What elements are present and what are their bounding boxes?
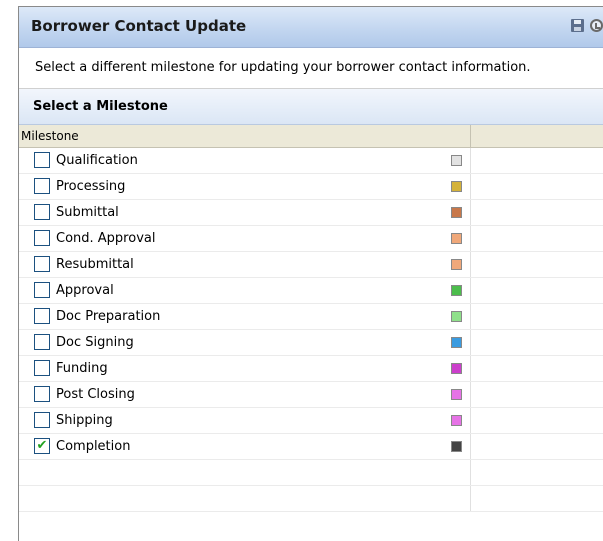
milestone-checkbox[interactable]: ✔ xyxy=(34,438,50,454)
milestone-row[interactable]: Processing xyxy=(19,174,603,200)
milestone-cell: Post Closing xyxy=(19,382,471,407)
milestone-label: Shipping xyxy=(56,413,113,428)
milestone-checkbox[interactable] xyxy=(34,412,50,428)
milestone-label: Resubmittal xyxy=(56,257,134,272)
empty-row xyxy=(19,486,603,512)
milestone-color-swatch xyxy=(451,285,462,296)
empty-cell xyxy=(471,200,603,225)
milestone-label: Qualification xyxy=(56,153,138,168)
milestone-color-swatch xyxy=(451,207,462,218)
milestone-cell: Approval xyxy=(19,278,471,303)
milestone-checkbox[interactable] xyxy=(34,256,50,272)
title-bar: Borrower Contact Update xyxy=(19,7,603,48)
milestone-checkbox[interactable] xyxy=(34,204,50,220)
empty-row xyxy=(19,460,603,486)
milestone-cell: ✔ Completion xyxy=(19,434,471,459)
milestone-label: Doc Preparation xyxy=(56,309,161,324)
milestone-checkbox[interactable] xyxy=(34,386,50,402)
empty-cell xyxy=(471,148,603,173)
empty-cell xyxy=(471,460,603,485)
milestone-label: Post Closing xyxy=(56,387,135,402)
milestone-cell: Shipping xyxy=(19,408,471,433)
milestone-checkbox[interactable] xyxy=(34,308,50,324)
empty-cell xyxy=(19,460,471,485)
refresh-icon[interactable] xyxy=(590,19,603,32)
milestone-label: Doc Signing xyxy=(56,335,134,350)
dialog-title: Borrower Contact Update xyxy=(31,17,247,35)
milestone-color-swatch xyxy=(451,259,462,270)
empty-cell xyxy=(471,356,603,381)
instruction-text: Select a different milestone for updatin… xyxy=(19,48,603,89)
milestone-checkbox[interactable] xyxy=(34,230,50,246)
empty-cell xyxy=(471,174,603,199)
milestone-cell: Resubmittal xyxy=(19,252,471,277)
empty-cell xyxy=(471,226,603,251)
milestone-color-swatch xyxy=(451,363,462,374)
empty-cell xyxy=(471,408,603,433)
milestone-label: Submittal xyxy=(56,205,119,220)
milestone-list: Qualification Processing Submittal Cond. Ap… xyxy=(19,148,603,512)
milestone-color-swatch xyxy=(451,389,462,400)
milestone-row[interactable]: Funding xyxy=(19,356,603,382)
milestone-row[interactable]: Resubmittal xyxy=(19,252,603,278)
milestone-row[interactable]: ✔ Completion xyxy=(19,434,603,460)
milestone-row[interactable]: Cond. Approval xyxy=(19,226,603,252)
milestone-label: Processing xyxy=(56,179,126,194)
milestone-cell: Doc Signing xyxy=(19,330,471,355)
milestone-cell: Cond. Approval xyxy=(19,226,471,251)
milestone-color-swatch xyxy=(451,337,462,348)
empty-cell xyxy=(471,252,603,277)
milestone-label: Completion xyxy=(56,439,131,454)
milestone-cell: Processing xyxy=(19,174,471,199)
milestone-color-swatch xyxy=(451,311,462,322)
milestone-row[interactable]: Shipping xyxy=(19,408,603,434)
milestone-label: Funding xyxy=(56,361,108,376)
milestone-row[interactable]: Doc Preparation xyxy=(19,304,603,330)
milestone-cell: Qualification xyxy=(19,148,471,173)
table-header: Milestone xyxy=(19,125,603,148)
milestone-cell: Funding xyxy=(19,356,471,381)
milestone-color-swatch xyxy=(451,441,462,452)
milestone-row[interactable]: Post Closing xyxy=(19,382,603,408)
milestone-cell: Submittal xyxy=(19,200,471,225)
milestone-color-swatch xyxy=(451,181,462,192)
milestone-color-swatch xyxy=(451,233,462,244)
milestone-label: Approval xyxy=(56,283,114,298)
empty-cell xyxy=(471,278,603,303)
milestone-checkbox[interactable] xyxy=(34,152,50,168)
milestone-label: Cond. Approval xyxy=(56,231,156,246)
empty-cell xyxy=(471,304,603,329)
milestone-checkbox[interactable] xyxy=(34,282,50,298)
milestone-checkbox[interactable] xyxy=(34,178,50,194)
empty-cell xyxy=(471,486,603,511)
milestone-color-swatch xyxy=(451,415,462,426)
milestone-row[interactable]: Approval xyxy=(19,278,603,304)
milestone-row[interactable]: Qualification xyxy=(19,148,603,174)
section-header: Select a Milestone xyxy=(19,89,603,125)
empty-cell xyxy=(471,382,603,407)
borrower-contact-update-dialog: Borrower Contact Update Select a differe… xyxy=(18,6,603,541)
save-icon[interactable] xyxy=(571,19,584,32)
milestone-row[interactable]: Doc Signing xyxy=(19,330,603,356)
empty-cell xyxy=(19,486,471,511)
milestone-checkbox[interactable] xyxy=(34,334,50,350)
empty-cell xyxy=(471,434,603,459)
milestone-color-swatch xyxy=(451,155,462,166)
empty-cell xyxy=(471,330,603,355)
milestone-cell: Doc Preparation xyxy=(19,304,471,329)
milestone-column-header[interactable]: Milestone xyxy=(19,125,471,147)
milestone-row[interactable]: Submittal xyxy=(19,200,603,226)
milestone-checkbox[interactable] xyxy=(34,360,50,376)
empty-column-header xyxy=(471,125,603,147)
